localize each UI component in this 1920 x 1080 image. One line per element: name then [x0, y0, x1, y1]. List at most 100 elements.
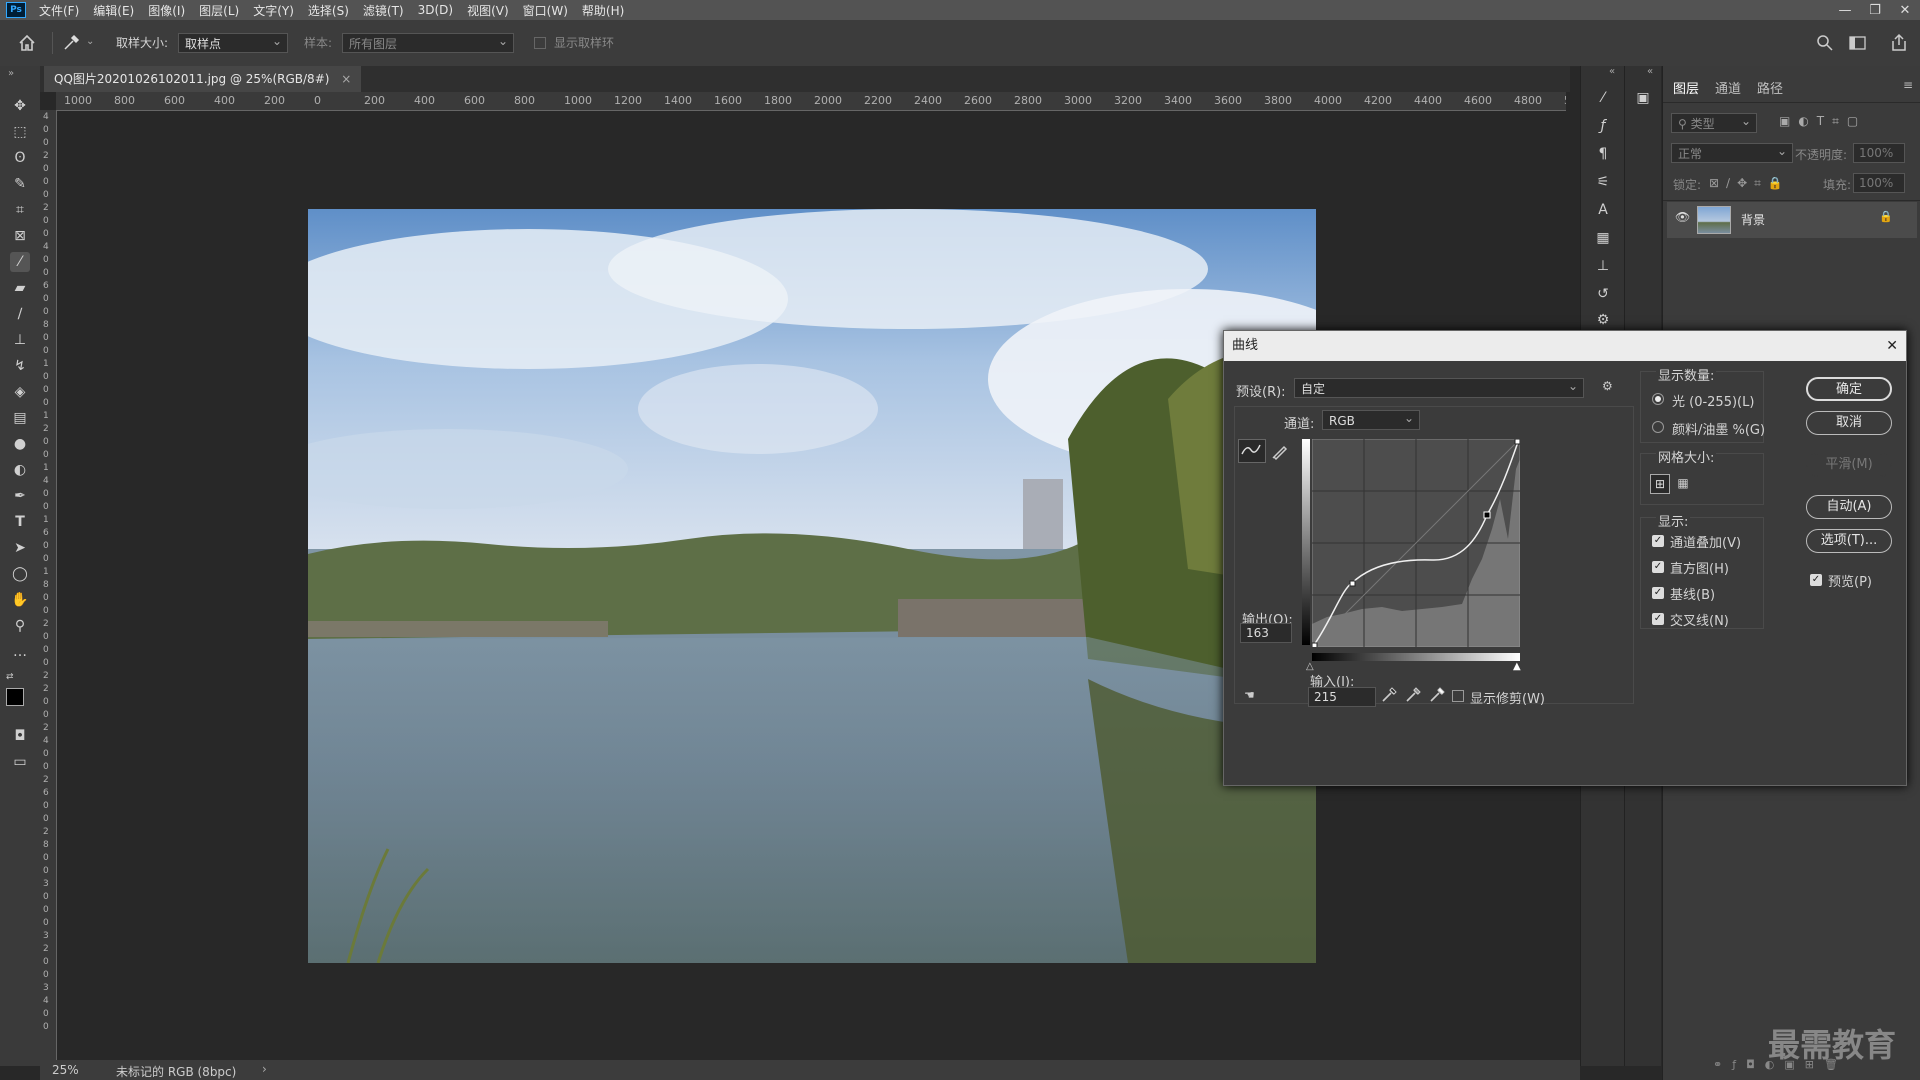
light-radio[interactable]: [1652, 393, 1664, 405]
cancel-button[interactable]: 取消: [1806, 411, 1892, 435]
curve-graph[interactable]: [1312, 439, 1520, 647]
photoshop-logo[interactable]: Ps: [6, 2, 26, 18]
menu-3d[interactable]: 3D(D): [411, 3, 460, 17]
history-icon[interactable]: ↺: [1593, 284, 1613, 304]
curve-point[interactable]: [1312, 642, 1318, 647]
minimize-button[interactable]: —: [1830, 3, 1860, 18]
crop-tool-icon[interactable]: ⌗: [10, 200, 30, 220]
tab-paths[interactable]: 路径: [1757, 78, 1783, 97]
sample-size-select[interactable]: 取样点: [178, 31, 288, 53]
menu-filter[interactable]: 滤镜(T): [356, 2, 411, 19]
curve-point-selected[interactable]: [1483, 511, 1491, 519]
quick-select-tool-icon[interactable]: ✎: [10, 174, 30, 194]
white-point-slider[interactable]: ▲: [1513, 661, 1521, 672]
channel-select[interactable]: RGB: [1322, 408, 1420, 430]
layer-filter-icons[interactable]: ▣◐T⌗▢: [1779, 114, 1866, 129]
show-clipping-checkbox[interactable]: [1452, 690, 1464, 702]
channel-overlays-checkbox[interactable]: ✓: [1652, 535, 1664, 547]
on-image-adjust-icon[interactable]: ☚: [1244, 688, 1255, 702]
tab-channels[interactable]: 通道: [1715, 78, 1741, 97]
menu-file[interactable]: 文件(F): [32, 2, 86, 19]
more-tools-icon[interactable]: …: [10, 642, 30, 662]
home-icon[interactable]: [18, 34, 36, 52]
collapse-icon[interactable]: «: [1647, 66, 1653, 77]
adjustments-icon[interactable]: ⚟: [1593, 172, 1613, 192]
lock-icons[interactable]: ⊠∕✥⌗🔒: [1709, 176, 1790, 191]
marquee-tool-icon[interactable]: ⬚: [10, 122, 30, 142]
history-brush-icon[interactable]: ↯: [10, 356, 30, 376]
chevron-down-icon[interactable]: ⌄: [86, 36, 94, 47]
white-eyedropper-icon[interactable]: [1428, 686, 1446, 704]
auto-button[interactable]: 自动(A): [1806, 495, 1892, 519]
options-button[interactable]: 选项(T)...: [1806, 529, 1892, 553]
curve-point[interactable]: [1349, 580, 1356, 587]
brush-tool-icon[interactable]: ∕: [10, 304, 30, 324]
sample-select[interactable]: 所有图层: [342, 31, 514, 53]
dialog-titlebar[interactable]: 曲线 ✕: [1224, 331, 1906, 361]
screen-mode-icon[interactable]: ▭: [10, 752, 30, 772]
pencil-tool-icon[interactable]: [1270, 441, 1290, 461]
move-tool-icon[interactable]: ✥: [10, 96, 30, 116]
brush-settings-icon[interactable]: ⁄: [1593, 88, 1613, 108]
grid-simple-icon[interactable]: ⊞: [1650, 474, 1670, 494]
preset-select[interactable]: 自定: [1294, 376, 1584, 398]
gray-eyedropper-icon[interactable]: [1404, 686, 1422, 704]
dodge-tool-icon[interactable]: ◐: [10, 460, 30, 480]
pen-tool-icon[interactable]: ✒: [10, 486, 30, 506]
tab-layers[interactable]: 图层: [1673, 78, 1699, 97]
foreground-color-swatch[interactable]: [6, 688, 24, 706]
menu-window[interactable]: 窗口(W): [516, 2, 575, 19]
opacity-input[interactable]: 100%: [1853, 143, 1905, 163]
share-icon[interactable]: [1890, 33, 1908, 53]
clone-stamp-icon[interactable]: ⊥: [10, 330, 30, 350]
dialog-close-icon[interactable]: ✕: [1886, 331, 1898, 361]
panel-menu-icon[interactable]: ≡: [1903, 78, 1913, 92]
zoom-tool-icon[interactable]: ⚲: [10, 616, 30, 636]
preview-checkbox[interactable]: ✓: [1810, 574, 1822, 586]
search-icon[interactable]: [1816, 34, 1834, 52]
ok-button[interactable]: 确定: [1806, 377, 1892, 401]
intersection-checkbox[interactable]: ✓: [1652, 613, 1664, 625]
close-window-button[interactable]: ✕: [1890, 3, 1920, 18]
frame-tool-icon[interactable]: ⊠: [10, 226, 30, 246]
eraser-tool-icon[interactable]: ◈: [10, 382, 30, 402]
curve-point-tool-icon[interactable]: [1238, 439, 1266, 463]
collapse-icon[interactable]: «: [1609, 66, 1615, 77]
grid-detailed-icon[interactable]: ▦: [1674, 474, 1692, 492]
fx-icon[interactable]: ƒ: [1593, 116, 1613, 136]
libraries-icon[interactable]: ▦: [1593, 228, 1613, 248]
output-input[interactable]: 163: [1240, 623, 1292, 643]
healing-brush-icon[interactable]: ▰: [10, 278, 30, 298]
menu-layer[interactable]: 图层(L): [192, 2, 246, 19]
show-ring-checkbox[interactable]: [534, 37, 546, 49]
navigator-icon[interactable]: ▣: [1633, 88, 1653, 108]
lasso-tool-icon[interactable]: ʘ: [10, 148, 30, 168]
menu-image[interactable]: 图像(I): [141, 2, 192, 19]
menu-edit[interactable]: 编辑(E): [86, 2, 141, 19]
fill-input[interactable]: 100%: [1853, 173, 1905, 193]
zoom-level[interactable]: 25%: [52, 1063, 79, 1077]
ellipse-tool-icon[interactable]: ◯: [10, 564, 30, 584]
swap-colors-icon[interactable]: ⇄: [6, 672, 18, 682]
restore-button[interactable]: ❐: [1860, 3, 1890, 18]
quick-mask-icon[interactable]: ◘: [10, 726, 30, 746]
gradient-tool-icon[interactable]: ▤: [10, 408, 30, 428]
curve-point[interactable]: [1514, 439, 1520, 445]
document-image[interactable]: [308, 209, 1316, 963]
baseline-checkbox[interactable]: ✓: [1652, 587, 1664, 599]
menu-view[interactable]: 视图(V): [460, 2, 516, 19]
document-tab[interactable]: QQ图片20201026102011.jpg @ 25%(RGB/8#) ×: [44, 66, 362, 92]
black-eyedropper-icon[interactable]: [1380, 686, 1398, 704]
smooth-button[interactable]: 平滑(M): [1806, 453, 1892, 477]
path-select-icon[interactable]: ➤: [10, 538, 30, 558]
clone-source-icon[interactable]: ⊥: [1593, 256, 1613, 276]
close-tab-icon[interactable]: ×: [341, 72, 351, 86]
histogram-checkbox[interactable]: ✓: [1652, 561, 1664, 573]
visibility-eye-icon[interactable]: 👁: [1675, 210, 1690, 224]
properties-icon[interactable]: ⚙: [1593, 310, 1613, 330]
eyedropper-tool-icon[interactable]: [62, 34, 80, 52]
blur-tool-icon[interactable]: ●: [10, 434, 30, 454]
input-input[interactable]: 215: [1308, 687, 1376, 707]
layer-row[interactable]: 👁 背景 🔒: [1667, 202, 1917, 238]
collapse-icon[interactable]: »: [8, 68, 14, 79]
